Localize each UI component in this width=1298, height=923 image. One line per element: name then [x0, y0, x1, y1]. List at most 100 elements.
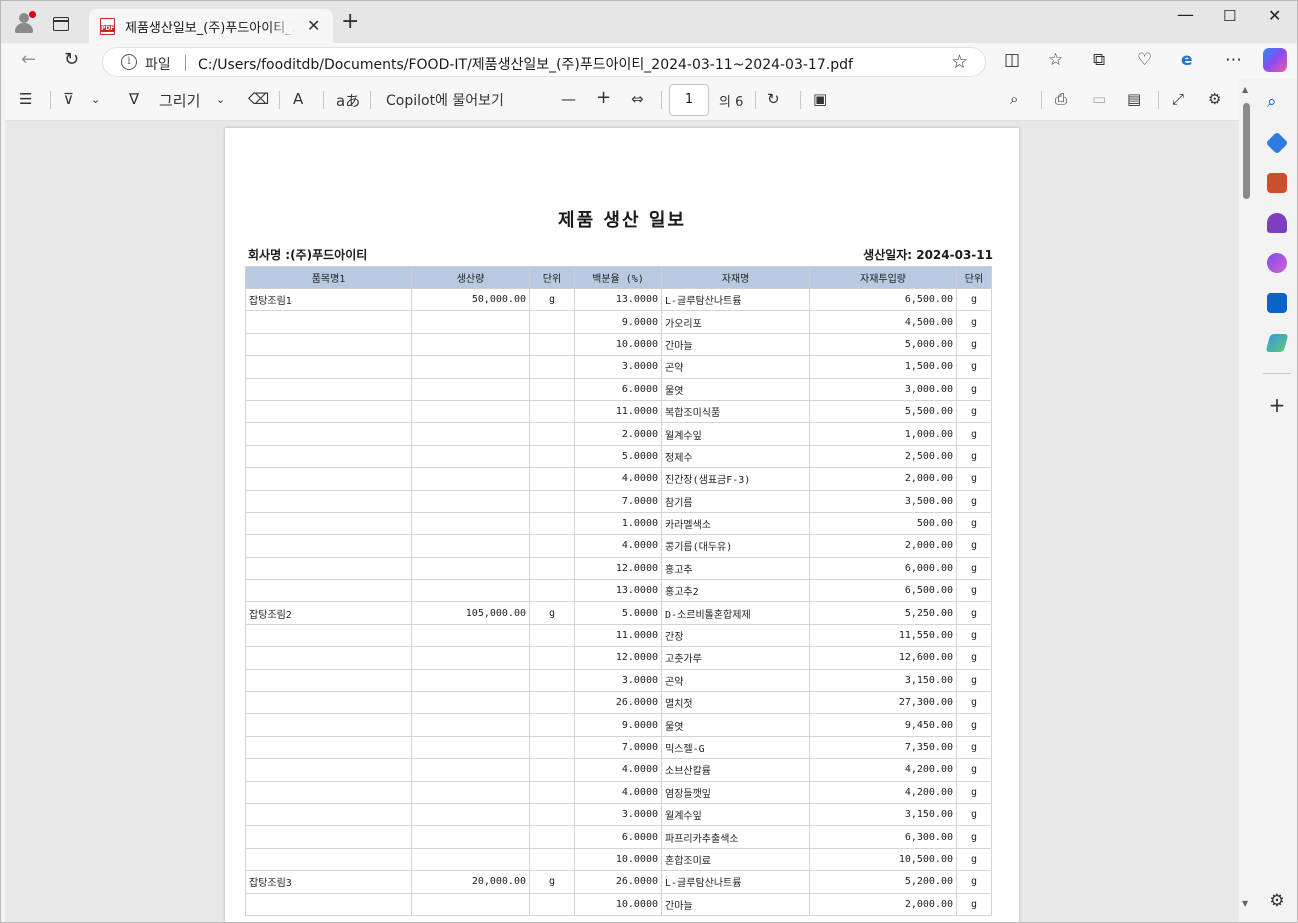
product-name-cell	[245, 892, 412, 916]
fit-width-icon[interactable]: ⇔	[631, 90, 644, 108]
favorites-icon[interactable]: ☆	[1048, 50, 1063, 70]
copilot-icon[interactable]	[1263, 48, 1287, 72]
material-qty-cell: 27,300.00	[809, 691, 957, 715]
percent-cell: 26.0000	[574, 870, 662, 894]
production-qty-cell	[411, 735, 530, 760]
table-row: 11.0000 간장 11,550.00 g	[245, 623, 992, 648]
tab-title: 제품생산일보_(주)푸드아이티_2024-03-11~2024-03-17.pd…	[125, 21, 295, 36]
production-qty-cell	[411, 355, 530, 379]
draw-button[interactable]: 그리기	[159, 90, 200, 111]
material-name-cell: 홍고추2	[661, 579, 810, 603]
material-name-cell: 고춧가루	[661, 646, 810, 670]
pdf-viewer[interactable]: 제품 생산 일보 회사명 :(주)푸드아이티 생산일자: 2024-03-11 …	[5, 121, 1239, 922]
sidebar-settings-icon[interactable]: ⚙	[1267, 891, 1287, 911]
minimize-icon[interactable]: —	[1177, 5, 1194, 25]
tab-close-icon[interactable]: ✕	[307, 16, 320, 35]
highlight-dropdown-icon[interactable]: ⌄	[91, 93, 100, 106]
close-window-icon[interactable]: ✕	[1268, 6, 1281, 25]
draw-dropdown-icon[interactable]: ⌄	[216, 93, 225, 106]
unit-cell: g	[529, 287, 575, 312]
material-qty-cell: 2,000.00	[809, 467, 957, 491]
material-qty-cell: 6,300.00	[809, 825, 957, 849]
page-view-icon[interactable]: ▣	[813, 90, 827, 108]
percent-cell: 4.0000	[574, 467, 662, 491]
material-unit-cell: g	[956, 646, 992, 670]
tab-pdf-report[interactable]: 제품생산일보_(주)푸드아이티_2024-03-11~2024-03-17.pd…	[89, 9, 333, 43]
fullscreen-icon[interactable]: ⤢	[1172, 90, 1184, 108]
sidebar-send-icon[interactable]	[1265, 334, 1289, 352]
percent-cell: 7.0000	[574, 489, 662, 513]
table-row: 4.0000 진간장(샘표금F-3) 2,000.00 g	[245, 467, 992, 491]
favorite-star-icon[interactable]: ☆	[951, 51, 968, 73]
material-name-cell: 월계수잎	[661, 802, 810, 827]
translate-icon[interactable]: aあ	[336, 90, 360, 111]
page-number-input[interactable]: 1	[669, 84, 709, 116]
scroll-up-icon[interactable]: ▲	[1242, 85, 1248, 94]
material-name-cell: L-글루탐산나트륨	[661, 287, 810, 312]
scroll-down-icon[interactable]: ▼	[1242, 899, 1248, 908]
pdf-file-icon	[100, 18, 116, 35]
more-menu-icon[interactable]: ⋯	[1225, 50, 1242, 70]
profile-avatar-icon[interactable]	[13, 11, 36, 33]
draw-icon[interactable]: ∇	[129, 90, 139, 108]
table-row: 4.0000 콩기름(대두유) 2,000.00 g	[245, 534, 992, 558]
scrollbar-thumb[interactable]	[1243, 103, 1250, 199]
product-name-cell	[245, 691, 412, 715]
search-icon[interactable]: ⌕	[1010, 90, 1018, 108]
navigation-bar: ← ↻ i 파일 C:/Users/fooditdb/Documents/FOO…	[1, 43, 1297, 79]
url-text[interactable]: C:/Users/fooditdb/Documents/FOOD-IT/제품생산…	[198, 54, 853, 74]
sidebar-tag-icon[interactable]	[1265, 131, 1289, 155]
material-name-cell: 콩기름(대두유)	[661, 534, 810, 558]
zoom-in-icon[interactable]: +	[596, 87, 611, 108]
production-qty-cell	[411, 399, 530, 424]
production-qty-cell: 50,000.00	[411, 287, 530, 312]
sidebar-games-icon[interactable]	[1267, 213, 1287, 233]
read-aloud-icon[interactable]: A	[293, 90, 303, 108]
edge-extension-icon[interactable]: e	[1181, 50, 1193, 70]
address-bar[interactable]: i 파일 C:/Users/fooditdb/Documents/FOOD-IT…	[102, 47, 986, 77]
material-name-cell: L-글루탐산나트륨	[661, 870, 810, 894]
zoom-out-icon[interactable]: —	[561, 90, 576, 108]
save-as-icon[interactable]: ▤	[1127, 90, 1141, 108]
maximize-icon[interactable]: ☐	[1223, 7, 1236, 25]
sidebar-add-icon[interactable]: +	[1267, 395, 1287, 415]
material-qty-cell: 6,500.00	[809, 579, 957, 603]
contents-list-icon[interactable]: ☰	[19, 90, 32, 108]
sidebar-m365-icon[interactable]	[1267, 253, 1287, 273]
toolbar-divider	[661, 91, 662, 109]
rotate-icon[interactable]: ↻	[767, 90, 780, 108]
production-qty-cell	[411, 467, 530, 491]
vertical-scrollbar[interactable]: ▲ ▼	[1239, 79, 1255, 922]
save-icon[interactable]: ▭	[1092, 90, 1106, 108]
new-tab-button[interactable]: +	[341, 11, 359, 33]
eraser-icon[interactable]: ⌫	[248, 90, 269, 108]
table-row: 3.0000 월계수잎 3,150.00 g	[245, 802, 992, 827]
collections-icon[interactable]: ⧉	[1093, 50, 1105, 70]
material-name-cell: 혼합조미료	[661, 847, 810, 872]
pdf-settings-icon[interactable]: ⚙	[1208, 90, 1221, 108]
material-name-cell: 소브산칼륨	[661, 758, 810, 782]
table-row: 9.0000 물엿 9,450.00 g	[245, 713, 992, 737]
material-unit-cell: g	[956, 601, 992, 625]
material-unit-cell: g	[956, 467, 992, 491]
tab-actions-icon[interactable]	[53, 17, 69, 31]
copilot-ask-button[interactable]: Copilot에 물어보기	[386, 90, 504, 110]
print-icon[interactable]: ⎙	[1055, 90, 1067, 108]
table-row: 6.0000 파프리카추출색소 6,300.00 g	[245, 825, 992, 849]
sidebar-search-icon[interactable]: ⌕	[1267, 92, 1287, 112]
sidebar-tools-icon[interactable]	[1267, 173, 1287, 193]
unit-cell	[529, 310, 575, 334]
split-screen-icon[interactable]: ◫	[1004, 50, 1020, 70]
browser-essentials-icon[interactable]: ♡	[1137, 50, 1152, 70]
production-qty-cell	[411, 847, 530, 872]
info-icon[interactable]: i	[121, 54, 137, 70]
back-arrow-icon[interactable]: ←	[21, 49, 36, 70]
highlight-icon[interactable]: ⊽	[63, 90, 74, 108]
production-qty-cell	[411, 802, 530, 827]
product-name-cell	[245, 668, 412, 693]
sidebar-outlook-icon[interactable]	[1267, 293, 1287, 313]
material-qty-cell: 4,500.00	[809, 310, 957, 334]
refresh-icon[interactable]: ↻	[64, 49, 79, 70]
unit-cell	[529, 646, 575, 670]
percent-cell: 9.0000	[574, 310, 662, 334]
